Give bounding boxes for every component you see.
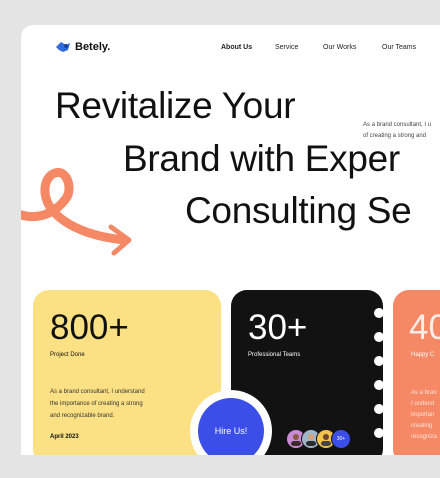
card-notch [374,332,384,342]
landing-page: Betely. About Us Service Our Works Our T… [21,25,440,455]
brand-logo-icon [56,42,70,52]
stat-card-happy-clients: 40 Happy C As a bran I underst importan … [393,290,440,455]
hero-description: As a brand consultant, I u of creating a… [363,120,440,142]
nav-item-about-us[interactable]: About Us [221,44,275,51]
card-notch [374,404,384,414]
nav-item-our-works[interactable]: Our Works [323,44,382,51]
stat-description-line-2: the importance of creating a strong [50,401,143,407]
brand-logo[interactable]: Betely. [55,41,110,53]
hero-headline-line-3: Consulting Se [185,190,412,231]
hero-headline-line-2: Brand with Exper [123,138,400,179]
card-notch [374,308,384,318]
stat-description-line-1: As a brand consultant, I understand [50,389,145,395]
stat-number: 30+ [248,308,308,347]
stat-number: 40 [409,308,440,347]
stat-description-line-5: recogniza [411,434,438,440]
brand-name: Betely. [75,41,111,53]
stat-description-line-4: creating [411,423,433,429]
team-avatars: 30+ [286,429,351,449]
stat-date: April 2023 [50,434,79,440]
card-notch [374,428,384,438]
card-notch [374,380,384,390]
stat-description-line-1: As a bran [411,390,437,396]
avatar-count-badge[interactable]: 30+ [331,429,351,449]
stat-description-line-2: I underst [411,401,435,407]
stat-description-line-3: importan [411,412,435,418]
card-notch [374,356,384,366]
stat-label: Happy C [411,352,435,358]
stat-label: Project Done [50,352,85,358]
hero-headline-line-1: Revitalize Your [55,85,296,126]
stat-number: 800+ [50,308,129,347]
hero-description-line-2: of creating a strong and [363,133,427,139]
stat-description: As a bran I underst importan creating re… [411,388,437,443]
nav-item-service[interactable]: Service [275,44,323,51]
hire-us-button[interactable]: Hire Us! [198,398,264,455]
hero-description-line-1: As a brand consultant, I u [363,122,432,128]
stat-description: As a brand consultant, I understand the … [50,386,145,422]
squiggle-arrow-icon [21,167,132,256]
stat-label: Professional Teams [248,352,301,358]
main-nav: About Us Service Our Works Our Teams [221,44,416,51]
nav-item-our-teams[interactable]: Our Teams [382,44,416,51]
stat-description-line-3: and recognizable brand. [50,413,115,419]
